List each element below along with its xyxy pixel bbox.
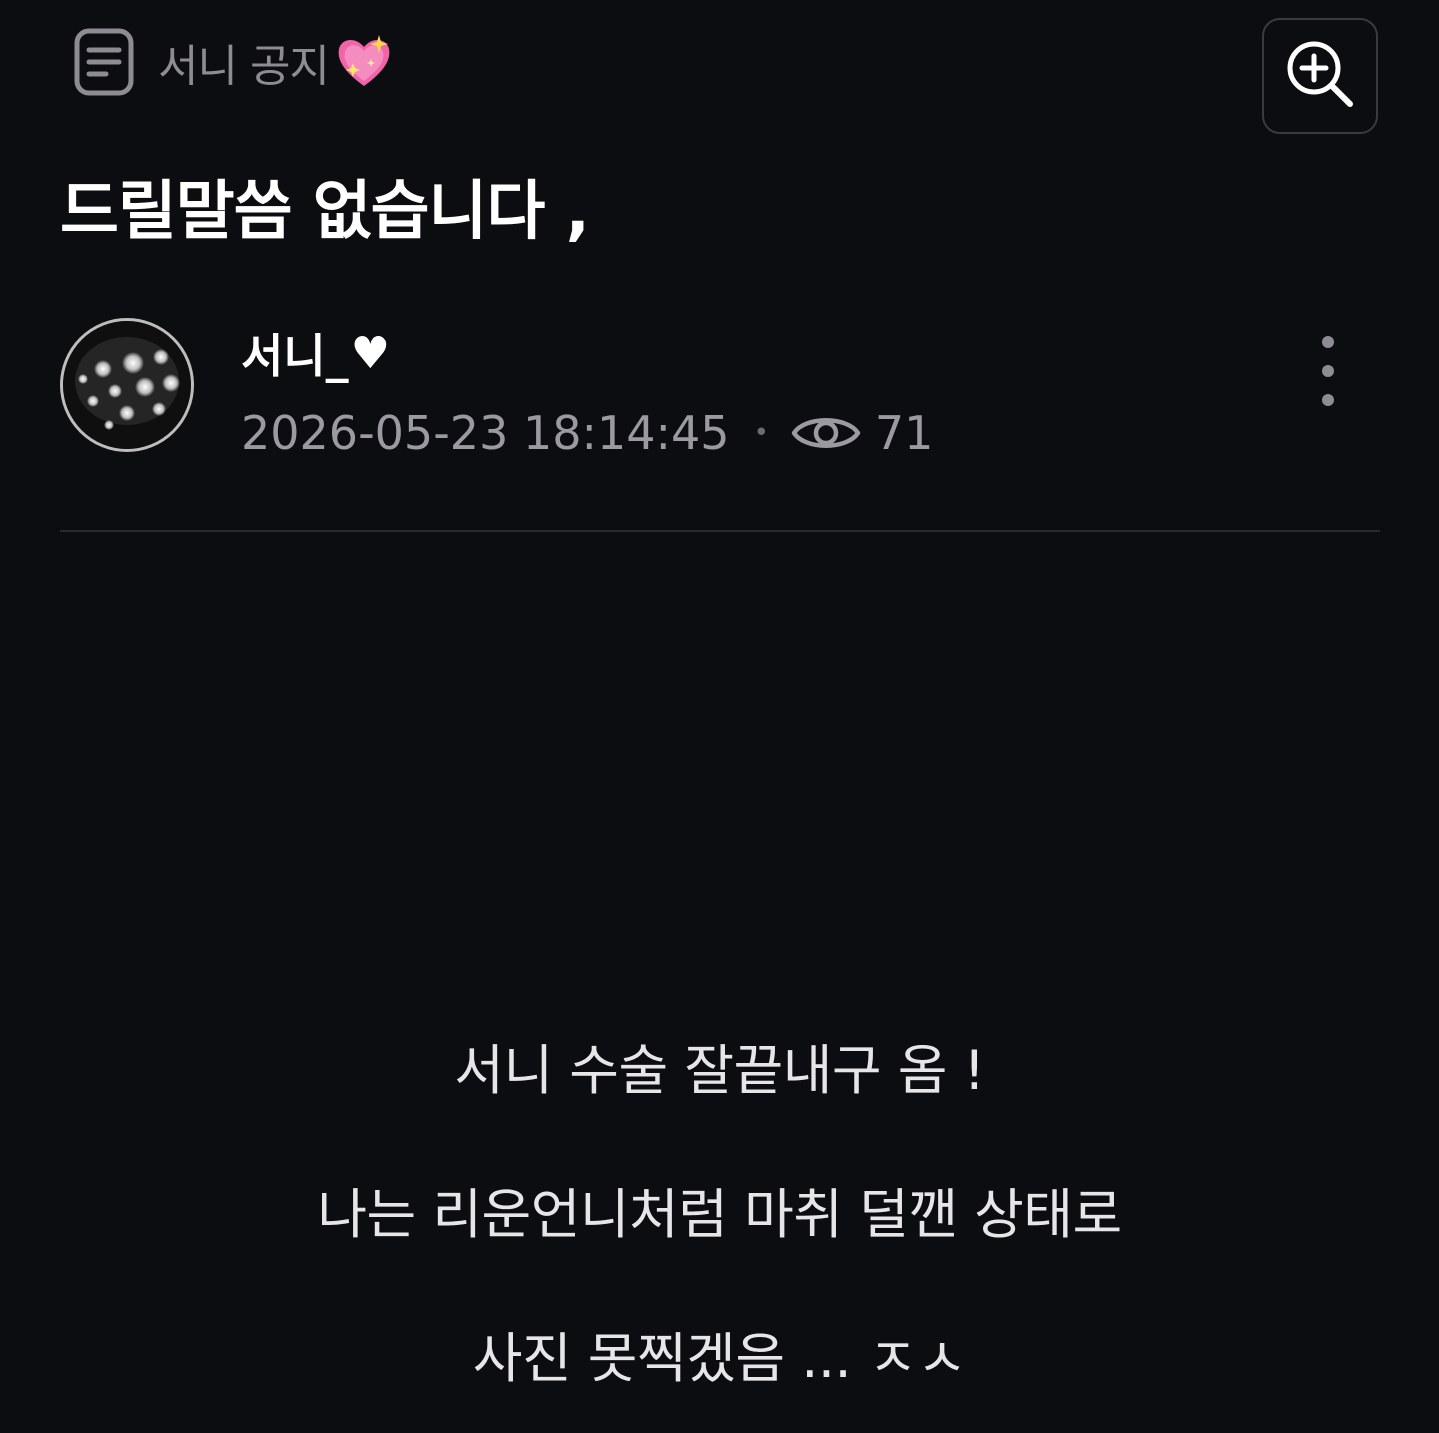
board-name: 서니 공지 [158,30,395,94]
board-header[interactable]: 서니 공지 [74,28,395,96]
zoom-in-icon [1284,38,1356,114]
more-vertical-icon[interactable] [1308,336,1348,406]
content-line-2: 나는 리운언니처럼 마취 덜깬 상태로 [317,1183,1122,1246]
avatar[interactable] [60,318,194,452]
post-timestamp: 2026-05-23 18:14:45 [241,406,730,460]
sparkling-heart-icon [333,31,395,93]
zoom-button[interactable] [1262,18,1378,134]
content-line-3: 사진 못찍겠음 ... ㅈㅅ [472,1327,967,1390]
meta-separator: • [753,418,769,448]
eye-icon [791,410,861,456]
heart-icon: ♥ [350,327,391,379]
content-line-1: 서니 수술 잘끝내구 옴 ! [454,1039,985,1102]
post-title: 드릴말씀 없습니다 , [60,175,590,249]
author-name[interactable]: 서니_ ♥ [241,320,390,386]
divider [60,530,1380,532]
view-count: 71 [874,406,934,460]
post-meta: 2026-05-23 18:14:45 • 71 [241,402,933,464]
document-list-icon [74,28,134,96]
